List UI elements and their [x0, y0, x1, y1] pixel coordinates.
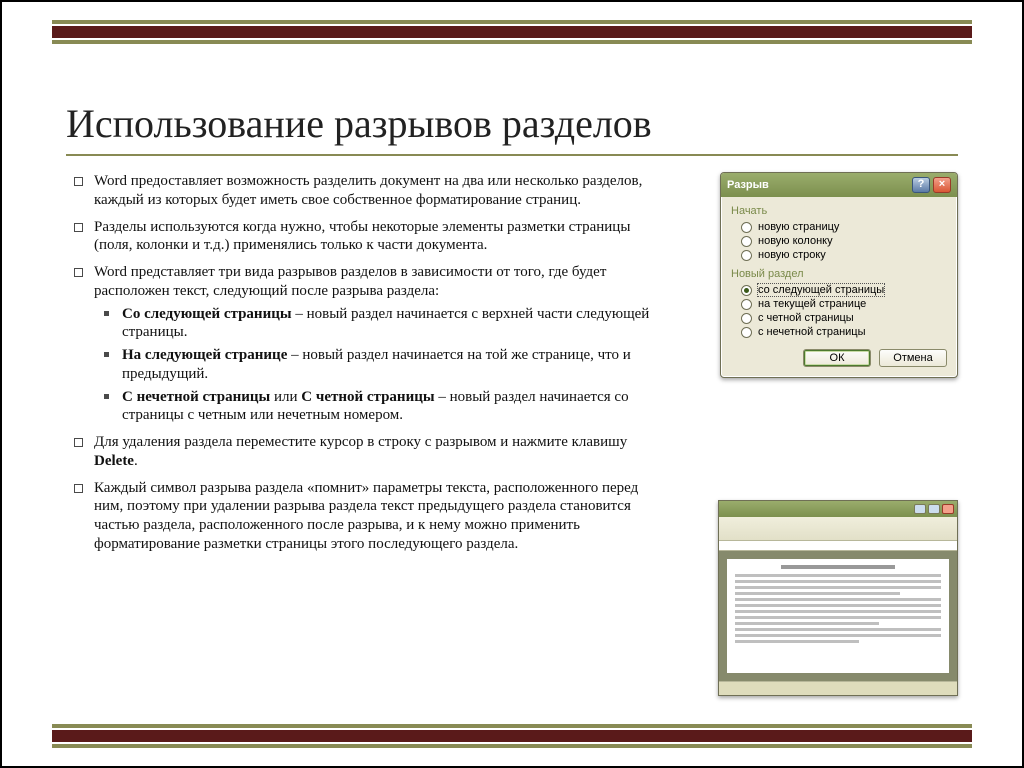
- help-button[interactable]: ?: [912, 177, 930, 193]
- sub-bold: Со следующей страницы: [122, 306, 292, 322]
- mock-titlebar: [719, 501, 957, 517]
- radio-icon: [741, 236, 752, 247]
- text-column: Word предоставляет возможность разделить…: [66, 172, 670, 696]
- sub-bullet-item: Со следующей страницы – новый раздел нач…: [94, 305, 670, 343]
- radio-icon: [741, 299, 752, 310]
- radio-label: на текущей странице: [758, 298, 866, 310]
- slide: Использование разрывов разделов Word пре…: [0, 0, 1024, 768]
- bullet-item: Word представляет три вида разрывов разд…: [66, 263, 670, 425]
- word-window-screenshot: [718, 500, 958, 696]
- cancel-button[interactable]: Отмена: [879, 349, 947, 367]
- dialog-body: Начать новую страницу новую колонку нову…: [721, 197, 957, 377]
- bullet-list: Word предоставляет возможность разделить…: [66, 172, 670, 554]
- radio-label: новую строку: [758, 249, 826, 261]
- mock-text-line: [735, 610, 941, 613]
- radio-new-column[interactable]: новую колонку: [731, 234, 947, 248]
- bullet-text: Каждый символ разрыва раздела «помнит» п…: [94, 480, 638, 552]
- dialog-titlebar: Разрыв ? ×: [721, 173, 957, 197]
- sub-bullet-item: На следующей странице – новый раздел нач…: [94, 346, 670, 384]
- mock-statusbar: [719, 681, 957, 695]
- image-column: Разрыв ? × Начать новую страницу новую к…: [698, 172, 958, 696]
- close-button[interactable]: ×: [933, 177, 951, 193]
- sub-bold: С нечетной страницы: [122, 389, 270, 405]
- radio-current-page[interactable]: на текущей странице: [731, 297, 947, 311]
- bullet-item: Каждый символ разрыва раздела «помнит» п…: [66, 479, 670, 554]
- content-area: Word предоставляет возможность разделить…: [66, 172, 958, 696]
- radio-icon: [741, 327, 752, 338]
- close-icon: [942, 504, 954, 514]
- slide-title: Использование разрывов разделов: [66, 100, 652, 147]
- sub-bullet-item: С нечетной страницы или С четной страниц…: [94, 388, 670, 426]
- mock-toolbar: [719, 517, 957, 541]
- top-border-band: [52, 20, 972, 44]
- radio-label: новую колонку: [758, 235, 833, 247]
- mock-text-line: [735, 622, 879, 625]
- mock-text-line: [735, 580, 941, 583]
- radio-label: с четной страницы: [758, 312, 854, 324]
- olive-rule: [52, 744, 972, 748]
- mock-text-line: [735, 628, 941, 631]
- mock-text-line: [735, 634, 941, 637]
- radio-icon: [741, 285, 752, 296]
- mock-text-line: [735, 592, 900, 595]
- break-dialog: Разрыв ? × Начать новую страницу новую к…: [720, 172, 958, 378]
- bullet-text: Разделы используются когда нужно, чтобы …: [94, 219, 630, 254]
- olive-rule: [52, 40, 972, 44]
- bullet-text-pre: Для удаления раздела переместите курсор …: [94, 434, 627, 450]
- mock-page-area: [719, 551, 957, 681]
- bullet-text: Word представляет три вида разрывов разд…: [94, 264, 606, 299]
- radio-label: с нечетной страницы: [758, 326, 866, 338]
- radio-even-page[interactable]: с четной страницы: [731, 311, 947, 325]
- olive-rule: [52, 20, 972, 24]
- bullet-item: Для удаления раздела переместите курсор …: [66, 433, 670, 471]
- group-label-start: Начать: [731, 205, 947, 217]
- sub-bullet-list: Со следующей страницы – новый раздел нач…: [94, 305, 670, 426]
- radio-label: со следующей страницы: [758, 284, 884, 296]
- maximize-icon: [928, 504, 940, 514]
- olive-rule: [52, 724, 972, 728]
- radio-odd-page[interactable]: с нечетной страницы: [731, 325, 947, 339]
- mock-document-page: [727, 559, 949, 673]
- title-underline: [66, 154, 958, 156]
- radio-icon: [741, 313, 752, 324]
- radio-new-line[interactable]: новую строку: [731, 248, 947, 262]
- mock-text-line: [735, 598, 941, 601]
- minimize-icon: [914, 504, 926, 514]
- mock-text-line: [735, 574, 941, 577]
- bullet-text: Word предоставляет возможность разделить…: [94, 173, 642, 208]
- mock-ruler: [719, 541, 957, 551]
- sub-bold: На следующей странице: [122, 347, 287, 363]
- mock-text-line: [735, 604, 941, 607]
- ok-button[interactable]: ОК: [803, 349, 871, 367]
- bullet-item: Word предоставляет возможность разделить…: [66, 172, 670, 210]
- bullet-text-post: .: [134, 453, 138, 469]
- sub-mid: или: [270, 389, 301, 405]
- mock-text-line: [781, 565, 894, 569]
- maroon-bar: [52, 26, 972, 38]
- sub-bold2: С четной страницы: [301, 389, 434, 405]
- radio-new-page[interactable]: новую страницу: [731, 220, 947, 234]
- mock-text-line: [735, 586, 941, 589]
- radio-label: новую страницу: [758, 221, 839, 233]
- mock-text-line: [735, 616, 941, 619]
- bottom-border-band: [52, 724, 972, 748]
- group-label-new-section: Новый раздел: [731, 268, 947, 280]
- dialog-title-text: Разрыв: [727, 179, 909, 191]
- maroon-bar: [52, 730, 972, 742]
- radio-next-page[interactable]: со следующей страницы: [731, 283, 947, 297]
- radio-icon: [741, 250, 752, 261]
- bullet-item: Разделы используются когда нужно, чтобы …: [66, 218, 670, 256]
- mock-text-line: [735, 640, 859, 643]
- radio-icon: [741, 222, 752, 233]
- dialog-button-row: ОК Отмена: [731, 349, 947, 367]
- bullet-text-bold: Delete: [94, 453, 134, 469]
